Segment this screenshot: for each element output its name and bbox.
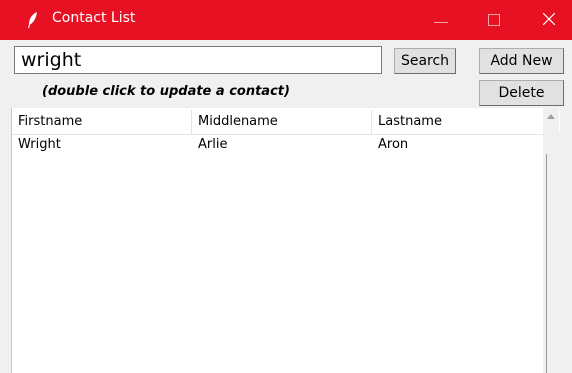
cell-middlename: Arlie [198, 137, 228, 152]
search-button[interactable]: Search [394, 48, 456, 74]
column-header-firstname[interactable]: Firstname [12, 110, 192, 134]
contact-list-window: Contact List Search Add New Delete (doub… [0, 0, 572, 373]
delete-button[interactable]: Delete [479, 80, 564, 106]
scrollbar-track[interactable] [546, 154, 547, 373]
column-header-middlename[interactable]: Middlename [192, 110, 372, 134]
vertical-scrollbar[interactable] [543, 108, 559, 373]
hint-text: (double click to update a contact) [42, 84, 290, 99]
cell-lastname: Aron [378, 137, 409, 152]
minimize-icon [434, 22, 448, 23]
contacts-table[interactable]: Firstname Middlename Lastname Wright Arl… [11, 108, 560, 373]
table-row[interactable]: Wright Arlie Aron [12, 134, 552, 156]
cell-firstname: Wright [18, 137, 61, 152]
close-icon [543, 13, 555, 25]
add-new-button[interactable]: Add New [479, 48, 564, 74]
close-button[interactable] [526, 0, 572, 40]
window-title: Contact List [52, 10, 136, 26]
feather-icon [26, 11, 40, 29]
maximize-button[interactable] [476, 0, 522, 40]
maximize-icon [488, 14, 500, 26]
scroll-up-arrow-icon[interactable] [547, 114, 555, 119]
title-bar[interactable]: Contact List [0, 0, 572, 40]
table-header: Firstname Middlename Lastname [12, 110, 560, 135]
column-header-lastname[interactable]: Lastname [372, 110, 552, 134]
minimize-button[interactable] [418, 0, 464, 40]
search-input[interactable] [14, 46, 382, 74]
